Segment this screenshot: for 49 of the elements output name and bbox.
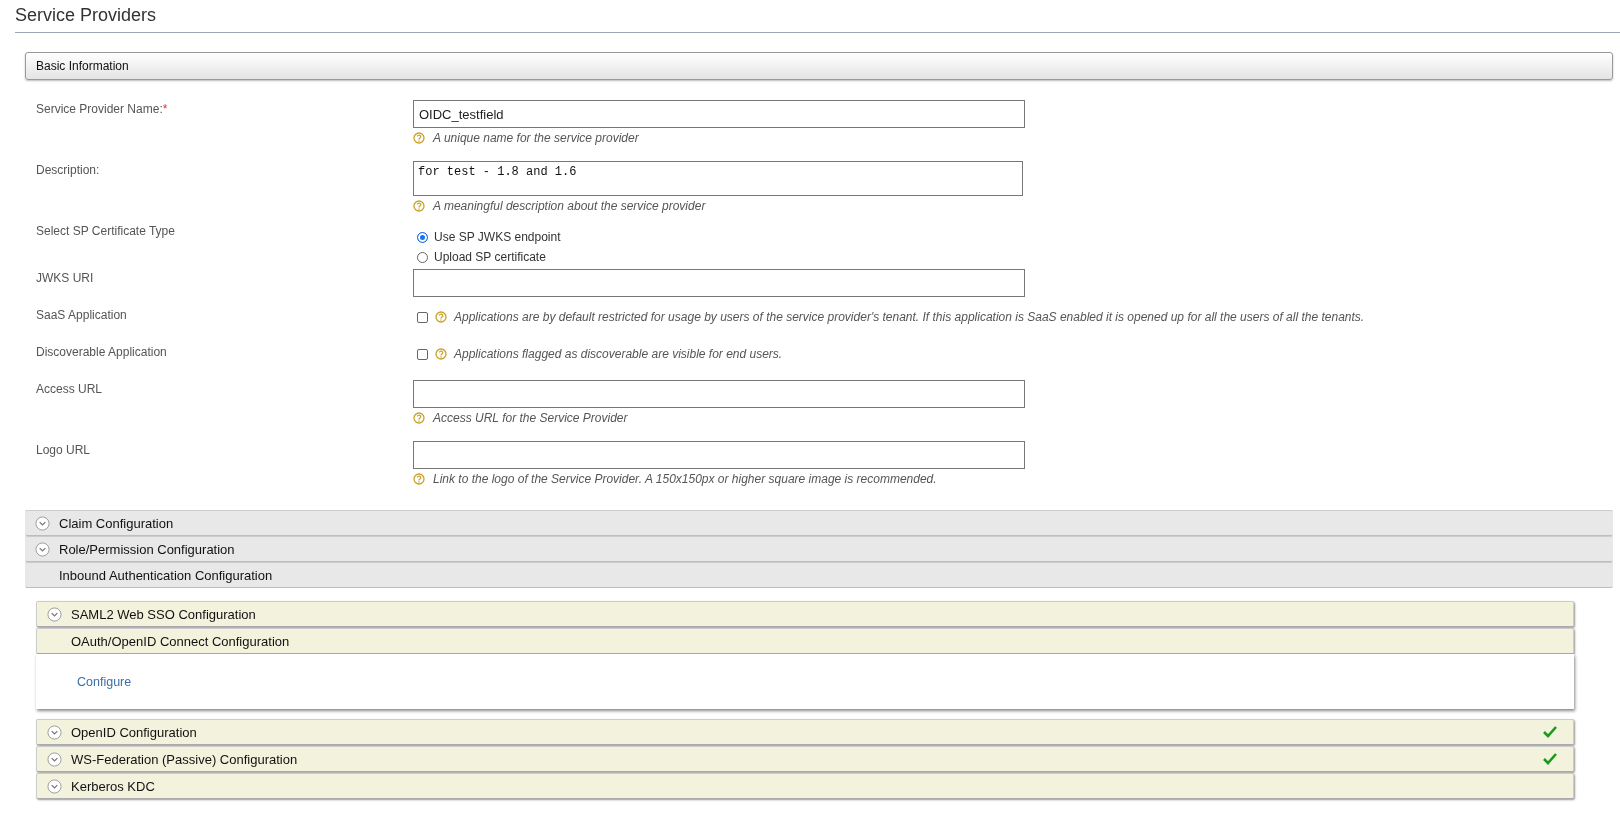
chevron-down-icon — [46, 751, 62, 767]
text-area[interactable]: for test - 1.8 and 1.6 — [413, 161, 1023, 196]
field-label: Access URL — [36, 382, 103, 396]
radio-label[interactable]: Upload SP certificate — [434, 250, 546, 264]
field-label: SaaS Application — [36, 308, 127, 322]
field-label: Select SP Certificate Type — [36, 224, 175, 238]
subsection-header[interactable]: OpenID Configuration — [36, 719, 1574, 745]
hint-text: A meaningful description about the service provider — [433, 199, 706, 213]
input-field[interactable] — [413, 380, 1025, 408]
field-label: JWKS URI — [36, 271, 94, 285]
field-label: Service Provider Name:* — [36, 102, 168, 116]
configure-link[interactable]: Configure — [77, 675, 132, 689]
field-label: Discoverable Application — [36, 345, 167, 359]
help-icon — [435, 348, 447, 360]
input-field[interactable] — [413, 269, 1025, 297]
help-icon — [413, 132, 425, 144]
page-title: Service Providers — [15, 0, 1620, 33]
hint-text: Link to the logo of the Service Provider. A 150x150px or higher square image is recommended. — [433, 472, 937, 486]
section-header[interactable]: Basic Information — [25, 52, 1613, 80]
chevron-down-icon — [46, 606, 62, 622]
help-icon — [413, 473, 425, 485]
hint-text: Applications flagged as discoverable are visible for end users. — [454, 347, 783, 361]
chevron-down-icon — [34, 515, 50, 531]
required-asterisk: * — [162, 102, 168, 116]
checkbox[interactable] — [417, 311, 428, 323]
subsection-header[interactable]: Kerberos KDC — [36, 773, 1574, 799]
radio-button[interactable] — [417, 251, 428, 263]
input-field[interactable]: OIDC_testfield — [413, 100, 1025, 128]
hint-text: Applications are by default restricted for usage by users of the service provider's tenant. If this application is SaaS enabled it is opened up for all the users of all the tenants. — [454, 310, 1365, 324]
help-icon — [413, 412, 425, 424]
section-header[interactable]: Role/Permission Configuration — [25, 536, 1613, 562]
help-icon — [435, 311, 447, 323]
field-label: Logo URL — [36, 443, 91, 457]
help-icon — [413, 200, 425, 212]
section-header[interactable]: Inbound Authentication Configuration — [25, 562, 1613, 588]
subsection-header[interactable]: OAuth/OpenID Connect Configuration — [36, 628, 1574, 654]
section-header[interactable]: Claim Configuration — [25, 510, 1613, 536]
chevron-down-icon — [34, 541, 50, 557]
chevron-down-icon — [46, 778, 62, 794]
subsection-header[interactable]: SAML2 Web SSO Configuration — [36, 601, 1574, 627]
hint-text: Access URL for the Service Provider — [433, 411, 628, 425]
radio-label[interactable]: Use SP JWKS endpoint — [434, 230, 561, 244]
radio-button[interactable] — [417, 231, 428, 243]
subsection-header[interactable]: WS-Federation (Passive) Configuration — [36, 746, 1574, 772]
field-label: Description: — [36, 163, 100, 177]
hint-text: A unique name for the service provider — [433, 131, 639, 145]
checkbox[interactable] — [417, 348, 428, 360]
chevron-down-icon — [46, 724, 62, 740]
input-field[interactable] — [413, 441, 1025, 469]
